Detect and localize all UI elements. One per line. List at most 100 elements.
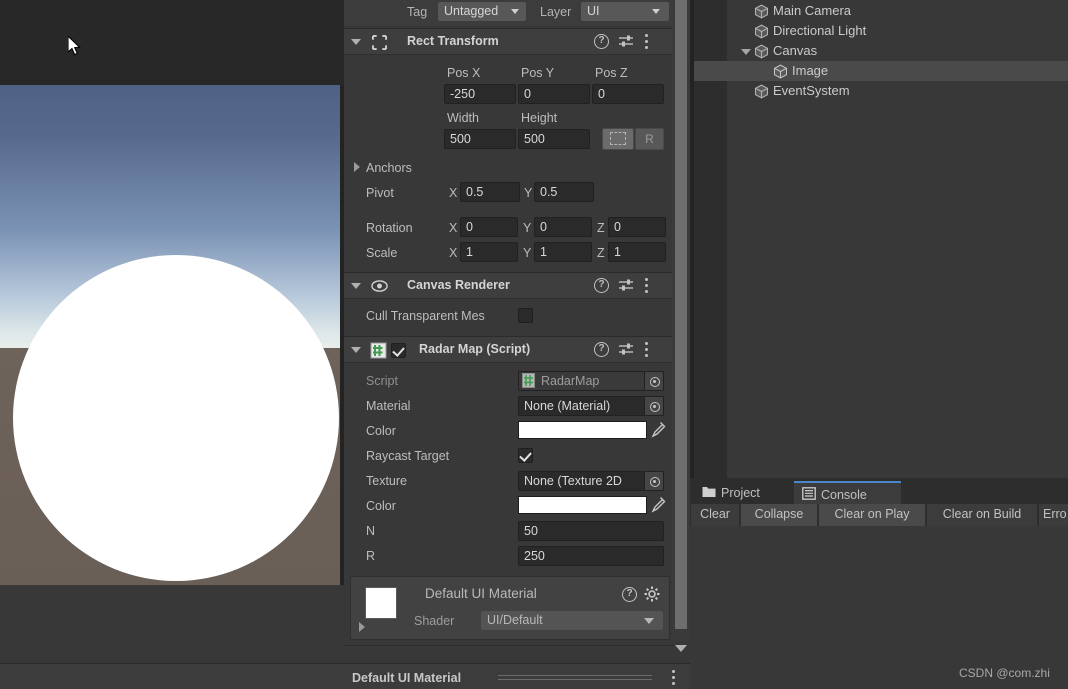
help-icon[interactable]: ? — [594, 278, 609, 293]
game-view-panel[interactable] — [0, 0, 344, 689]
game-view-top-padding — [0, 0, 344, 85]
clear-on-build-button[interactable]: Clear on Build — [926, 504, 1038, 526]
color-label: Color — [366, 424, 396, 438]
layer-label: Layer — [540, 5, 572, 19]
hierarchy-row-eventsystem[interactable]: EventSystem — [694, 81, 1068, 101]
tab-console[interactable]: Console — [794, 481, 901, 504]
eye-icon — [371, 280, 388, 292]
rotation-x-axis-label: X — [449, 221, 458, 235]
cs-script-small-icon — [522, 373, 535, 388]
console-log-area[interactable] — [690, 526, 1068, 689]
hierarchy-row-image[interactable]: Image — [694, 61, 1068, 81]
eyedropper-icon[interactable] — [650, 421, 666, 439]
radar-map-enabled-checkbox[interactable] — [391, 343, 406, 358]
pos-y-label: Pos Y — [521, 66, 555, 80]
material-thumbnail — [365, 587, 397, 619]
inspector-scroll-down-icon[interactable] — [675, 645, 687, 652]
gameobject-cube-icon — [773, 64, 788, 79]
pivot-x-input[interactable]: 0.5 — [460, 182, 520, 202]
radar-map-header[interactable]: Radar Map (Script) ? — [344, 336, 674, 363]
context-menu-icon[interactable] — [645, 342, 649, 357]
pos-z-input[interactable]: 0 — [592, 84, 664, 104]
height-input[interactable]: 500 — [518, 129, 590, 149]
rotation-x-input[interactable]: 0 — [460, 217, 518, 237]
pos-x-input[interactable]: -250 — [444, 84, 516, 104]
raw-edit-mode-button[interactable]: R — [635, 128, 664, 150]
material-help-icon[interactable]: ? — [622, 587, 637, 602]
inspector-scroll-area: Tag Untagged Layer UI Rect Transform ? P… — [344, 0, 765, 689]
collapse-button[interactable]: Collapse — [740, 504, 818, 526]
radar-map-circle — [13, 255, 339, 581]
scale-y-input[interactable]: 1 — [534, 242, 592, 262]
anchors-foldout-icon[interactable] — [354, 162, 360, 172]
inspector-scrollbar-thumb[interactable] — [675, 0, 687, 629]
texture-object-field[interactable]: None (Texture 2D — [518, 471, 645, 491]
inspector-panel: Tag Untagged Layer UI Rect Transform ? P… — [344, 0, 765, 689]
color2-swatch[interactable] — [518, 496, 647, 514]
hierarchy-row-main-camera[interactable]: Main Camera — [694, 1, 1068, 21]
gameobject-cube-icon — [754, 4, 769, 19]
radar-map-foldout-icon[interactable] — [351, 347, 361, 353]
material-object-picker-button[interactable] — [645, 396, 664, 416]
clear-button[interactable]: Clear — [690, 504, 740, 526]
hierarchy-row-directional-light[interactable]: Directional Light — [694, 21, 1068, 41]
hierarchy-expand-arrow-icon[interactable] — [741, 49, 751, 55]
r-input[interactable]: 250 — [518, 546, 664, 566]
width-input[interactable]: 500 — [444, 129, 516, 149]
radar-map-title: Radar Map (Script) — [419, 342, 531, 356]
material-foldout-icon[interactable] — [359, 622, 365, 632]
script-label: Script — [366, 374, 398, 388]
pos-x-label: Pos X — [447, 66, 481, 80]
context-menu-icon[interactable] — [645, 34, 649, 49]
script-object-picker-button[interactable] — [645, 371, 664, 391]
preset-icon[interactable] — [619, 343, 633, 356]
rotation-z-input[interactable]: 0 — [608, 217, 666, 237]
scale-x-input[interactable]: 1 — [460, 242, 518, 262]
texture-object-picker-button[interactable] — [645, 471, 664, 491]
cull-transparent-mesh-label: Cull Transparent Mes — [366, 309, 485, 323]
canvas-renderer-title: Canvas Renderer — [407, 278, 510, 292]
blueprint-mode-button[interactable] — [602, 128, 634, 150]
anchors-label[interactable]: Anchors — [366, 161, 412, 175]
gear-icon[interactable] — [644, 586, 660, 602]
preset-icon[interactable] — [619, 279, 633, 292]
canvas-renderer-foldout-icon[interactable] — [351, 283, 361, 289]
context-menu-icon[interactable] — [645, 278, 649, 293]
shader-label: Shader — [414, 614, 455, 628]
rect-transform-header[interactable]: Rect Transform ? — [344, 28, 674, 55]
color-swatch[interactable] — [518, 421, 647, 439]
inspector-scrollbar-track[interactable] — [672, 0, 690, 652]
mouse-cursor-icon — [68, 36, 81, 56]
rect-transform-foldout-icon[interactable] — [351, 39, 361, 45]
clear-on-play-button[interactable]: Clear on Play — [818, 504, 926, 526]
preset-icon[interactable] — [619, 35, 633, 48]
hierarchy-row-canvas[interactable]: Canvas — [694, 41, 1068, 61]
pivot-x-axis-label: X — [449, 186, 458, 200]
rotation-label: Rotation — [366, 221, 413, 235]
r-label: R — [366, 549, 376, 563]
tab-project-label: Project — [721, 486, 760, 500]
inspector-bottom-menu-icon[interactable] — [672, 670, 676, 685]
rotation-y-input[interactable]: 0 — [534, 217, 592, 237]
tab-project[interactable]: Project — [694, 481, 794, 504]
n-input[interactable]: 50 — [518, 521, 664, 541]
canvas-renderer-header[interactable]: Canvas Renderer ? — [344, 272, 674, 299]
bottom-bar-rule-bottom — [498, 679, 652, 680]
raycast-target-checkbox[interactable] — [518, 448, 533, 463]
material-object-field[interactable]: None (Material) — [518, 396, 645, 416]
material-preview-panel[interactable]: Default UI Material ? Shader UI/Default — [350, 576, 670, 640]
cull-transparent-mesh-checkbox[interactable] — [518, 308, 533, 323]
shader-dropdown[interactable]: UI/Default — [481, 611, 663, 630]
help-icon[interactable]: ? — [594, 342, 609, 357]
pivot-y-input[interactable]: 0.5 — [534, 182, 594, 202]
game-view-canvas[interactable] — [0, 85, 340, 585]
scale-z-input[interactable]: 1 — [608, 242, 666, 262]
gameobject-cube-icon — [754, 84, 769, 99]
pos-y-input[interactable]: 0 — [518, 84, 590, 104]
help-icon[interactable]: ? — [594, 34, 609, 49]
error-pause-button[interactable]: Erro — [1038, 504, 1068, 526]
script-object-field[interactable]: RadarMap — [518, 371, 645, 391]
material-label: Material — [366, 399, 411, 413]
hierarchy-item-label: EventSystem — [773, 83, 850, 98]
eyedropper2-icon[interactable] — [650, 496, 666, 514]
